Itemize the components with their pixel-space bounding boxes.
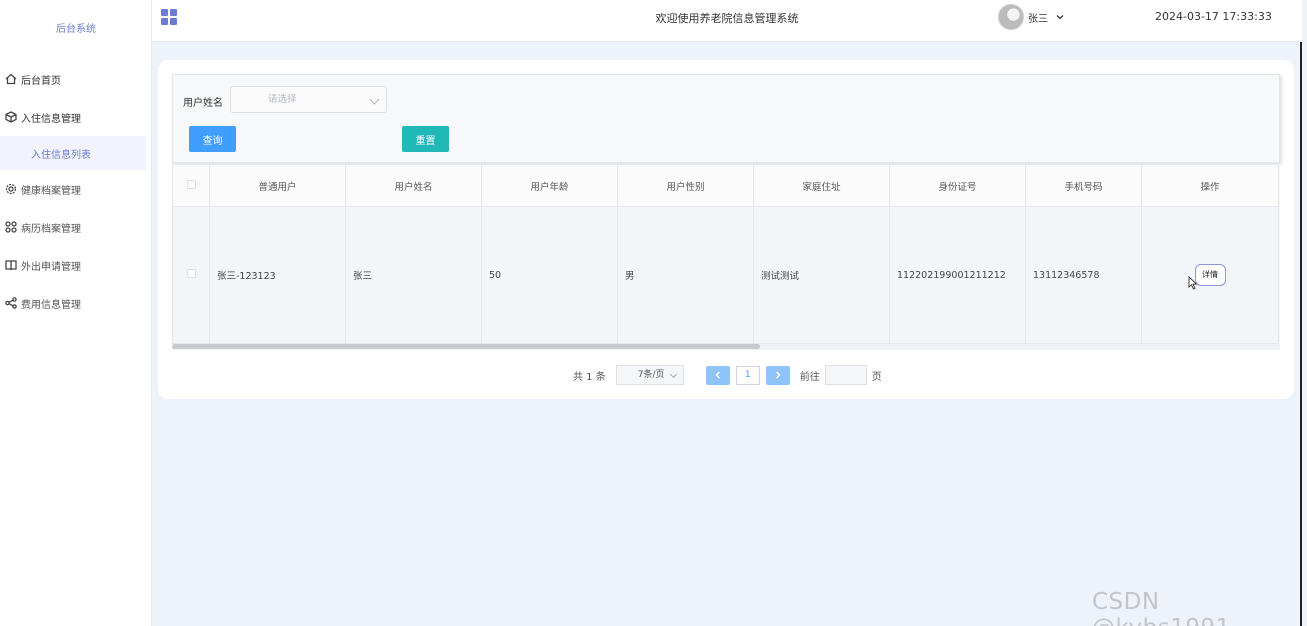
sidebar-item-checkin-management[interactable]: 入住信息管理 bbox=[0, 98, 152, 136]
page-size-select[interactable]: 7条/页 bbox=[615, 365, 684, 385]
cell-phone: 13112346578 bbox=[1025, 206, 1142, 344]
table-header-row: 普通用户 用户姓名 用户年龄 用户性别 家庭住址 身份证号 手机号码 操作 bbox=[172, 164, 1279, 207]
share-icon bbox=[4, 296, 18, 310]
sidebar-item-label: 病历档案管理 bbox=[21, 223, 81, 235]
cell-actions: 详情 bbox=[1141, 206, 1279, 344]
content-card: 用户姓名 请选择 查询 重置 普通用户 用户姓名 用户年龄 用户性别 家庭住址 … bbox=[158, 60, 1294, 399]
page-size-value: 7条/页 bbox=[637, 370, 665, 380]
row-checkbox[interactable] bbox=[186, 269, 196, 278]
home-icon bbox=[4, 72, 18, 86]
user-menu[interactable]: 张三 bbox=[998, 4, 1064, 30]
user-name: 张三 bbox=[1028, 13, 1048, 25]
next-page-button[interactable] bbox=[765, 365, 790, 385]
cell-user: 张三-123123 bbox=[209, 206, 346, 344]
chevron-right-icon bbox=[775, 371, 781, 379]
column-header: 用户姓名 bbox=[345, 164, 482, 207]
column-header: 用户性别 bbox=[617, 164, 754, 207]
apps-grid-icon[interactable] bbox=[161, 9, 177, 25]
chevron-left-icon bbox=[715, 371, 720, 379]
search-panel: 用户姓名 请选择 查询 重置 bbox=[172, 74, 1280, 163]
table-row: 张三-123123 张三 50 男 测试测试 11220219900121121… bbox=[172, 206, 1279, 344]
avatar bbox=[998, 4, 1024, 30]
page-title: 欢迎使用养老院信息管理系统 bbox=[655, 12, 799, 25]
cell-id-number: 112202199001211212 bbox=[889, 206, 1026, 344]
user-name-select[interactable]: 请选择 bbox=[230, 86, 387, 113]
reset-button[interactable]: 重置 bbox=[402, 126, 449, 152]
chevron-down-icon bbox=[1056, 15, 1064, 20]
gear-icon bbox=[4, 182, 18, 196]
scrollbar-thumb[interactable] bbox=[172, 344, 760, 349]
cell-gender: 男 bbox=[617, 206, 754, 344]
sidebar-item-label: 费用信息管理 bbox=[21, 299, 81, 311]
sidebar-item-label: 入住信息管理 bbox=[21, 113, 81, 125]
book-icon bbox=[4, 258, 18, 272]
brand-title: 后台系统 bbox=[56, 24, 96, 35]
cell-name: 张三 bbox=[345, 206, 482, 344]
page-unit-label: 页 bbox=[871, 371, 882, 383]
sidebar-item-label: 健康档案管理 bbox=[21, 185, 81, 197]
query-button[interactable]: 查询 bbox=[189, 126, 236, 152]
prev-page-button[interactable] bbox=[705, 365, 730, 385]
select-placeholder: 请选择 bbox=[268, 94, 297, 105]
chevron-down-icon bbox=[669, 370, 677, 379]
horizontal-scrollbar[interactable] bbox=[172, 344, 1280, 350]
row-select-cell bbox=[172, 206, 210, 344]
grid-icon bbox=[4, 220, 18, 234]
app-window: 后台系统 后台首页 入住信息管理 入住信息列表 健康档案管理 病历档案管理 外出… bbox=[0, 0, 1302, 626]
chevron-down-icon bbox=[369, 94, 380, 105]
page-number[interactable]: 1 bbox=[735, 365, 760, 385]
column-header: 用户年龄 bbox=[481, 164, 618, 207]
sidebar-item-outing-requests[interactable]: 外出申请管理 bbox=[0, 246, 152, 284]
sidebar-item-label: 外出申请管理 bbox=[21, 261, 81, 273]
mouse-cursor-icon bbox=[1188, 276, 1198, 290]
pager-total: 共 1 条 bbox=[573, 371, 606, 383]
cube-icon bbox=[4, 110, 18, 124]
column-header: 普通用户 bbox=[209, 164, 346, 207]
column-header: 家庭住址 bbox=[753, 164, 890, 207]
column-header: 身份证号 bbox=[889, 164, 1026, 207]
column-header: 手机号码 bbox=[1025, 164, 1142, 207]
cell-age: 50 bbox=[481, 206, 618, 344]
top-header: 欢迎使用养老院信息管理系统 张三 2024-03-17 17:33:33 bbox=[152, 0, 1302, 42]
sidebar-item-checkin-list[interactable]: 入住信息列表 bbox=[0, 136, 146, 170]
sidebar: 后台系统 后台首页 入住信息管理 入住信息列表 健康档案管理 病历档案管理 外出… bbox=[0, 0, 152, 626]
goto-page-input[interactable] bbox=[824, 365, 867, 385]
select-all-checkbox[interactable] bbox=[186, 179, 196, 189]
sidebar-menu: 后台首页 入住信息管理 入住信息列表 健康档案管理 病历档案管理 外出申请管理 … bbox=[0, 60, 152, 322]
watermark: CSDN @kybs1991 bbox=[1092, 589, 1230, 626]
sidebar-item-label: 后台首页 bbox=[21, 75, 61, 87]
search-label: 用户姓名 bbox=[183, 98, 223, 109]
sidebar-item-health-records[interactable]: 健康档案管理 bbox=[0, 170, 152, 208]
goto-label: 前往 bbox=[799, 371, 820, 383]
sidebar-item-medical-records[interactable]: 病历档案管理 bbox=[0, 208, 152, 246]
data-table: 普通用户 用户姓名 用户年龄 用户性别 家庭住址 身份证号 手机号码 操作 张三… bbox=[172, 164, 1280, 350]
column-header: 操作 bbox=[1141, 164, 1279, 207]
select-all-cell bbox=[172, 164, 210, 207]
cell-address: 测试测试 bbox=[753, 206, 890, 344]
current-datetime: 2024-03-17 17:33:33 bbox=[1155, 10, 1272, 23]
sidebar-item-label: 入住信息列表 bbox=[31, 149, 91, 161]
detail-button[interactable]: 详情 bbox=[1194, 264, 1226, 286]
pagination: 共 1 条 7条/页 1 前往 页 bbox=[573, 365, 882, 385]
sidebar-item-home[interactable]: 后台首页 bbox=[0, 60, 152, 98]
sidebar-item-fee-info[interactable]: 费用信息管理 bbox=[0, 284, 152, 322]
